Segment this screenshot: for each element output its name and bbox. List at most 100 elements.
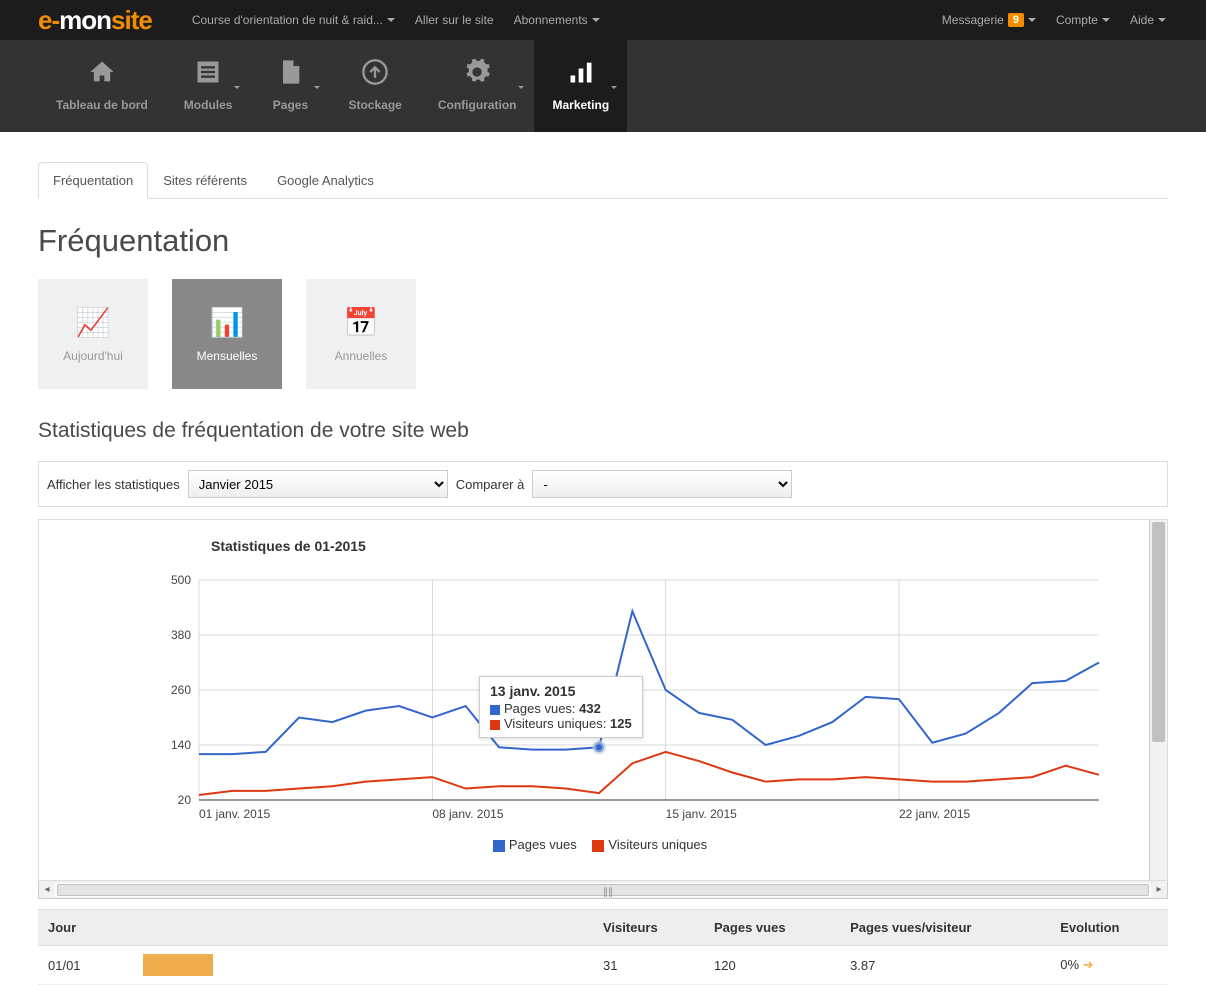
- svg-text:08 janv. 2015: 08 janv. 2015: [432, 807, 503, 821]
- chart-today-icon: 📈: [76, 306, 111, 339]
- upload-icon: [348, 58, 401, 98]
- subscriptions-dropdown[interactable]: Abonnements: [504, 13, 610, 27]
- nav-storage[interactable]: Stockage: [330, 40, 419, 132]
- cell-day: 01/01: [38, 946, 133, 985]
- tab-frequentation[interactable]: Fréquentation: [38, 162, 148, 199]
- svg-text:20: 20: [178, 793, 192, 807]
- scroll-left-button[interactable]: ◂: [39, 884, 55, 895]
- th-evolution[interactable]: Evolution: [1050, 910, 1168, 946]
- square-icon: [592, 840, 604, 852]
- nav-label: Modules: [184, 98, 233, 112]
- chart-container: Statistiques de 01-2015 2014026038050001…: [38, 519, 1168, 881]
- account-dropdown[interactable]: Compte: [1046, 13, 1120, 27]
- nav-configuration[interactable]: Configuration: [420, 40, 535, 132]
- tooltip-row-1: Pages vues: 432: [490, 701, 632, 716]
- chart-title: Statistiques de 01-2015: [211, 538, 366, 554]
- legend-label: Visiteurs uniques: [608, 837, 707, 852]
- svg-text:22 janv. 2015: 22 janv. 2015: [899, 807, 970, 821]
- scroll-track[interactable]: ∥∥: [55, 883, 1151, 897]
- chart-monthly-icon: 📊: [210, 306, 245, 339]
- site-name-dropdown[interactable]: Course d'orientation de nuit & raid...: [182, 13, 405, 27]
- help-dropdown[interactable]: Aide: [1120, 13, 1176, 27]
- scrollbar-thumb[interactable]: ∥∥: [57, 884, 1149, 896]
- go-to-site-link[interactable]: Aller sur le site: [405, 13, 504, 27]
- arrow-right-icon: ➜: [1083, 957, 1094, 972]
- top-right-menu: Messagerie 9 Compte Aide: [932, 13, 1176, 27]
- table-row: 01/01 311203.870% ➜: [38, 946, 1168, 985]
- tab-referrers[interactable]: Sites référents: [148, 162, 262, 199]
- th-visitors[interactable]: Visiteurs: [593, 910, 704, 946]
- site-name-label: Course d'orientation de nuit & raid...: [192, 13, 383, 27]
- tile-label: Mensuelles: [197, 349, 258, 363]
- nav-pages[interactable]: Pages: [250, 40, 330, 132]
- cell-ratio: 3.87: [840, 946, 1050, 985]
- view-tiles: 📈 Aujourd'hui 📊 Mensuelles 📅 Annuelles: [38, 279, 1168, 389]
- th-day[interactable]: Jour: [38, 910, 133, 946]
- nav-dashboard[interactable]: Tableau de bord: [38, 40, 166, 132]
- gear-icon: [438, 58, 517, 98]
- nav-label: Pages: [273, 98, 308, 112]
- svg-text:500: 500: [171, 573, 191, 587]
- subscriptions-label: Abonnements: [514, 13, 588, 27]
- cell-evolution: 0% ➜: [1050, 946, 1168, 985]
- scrollbar-thumb[interactable]: [1152, 522, 1165, 742]
- logo-e: e-: [38, 5, 59, 36]
- scroll-right-button[interactable]: ▸: [1151, 884, 1167, 895]
- caret-down-icon: [387, 18, 395, 22]
- svg-text:380: 380: [171, 628, 191, 642]
- chart-legend: Pages vues Visiteurs uniques: [39, 833, 1149, 860]
- tooltip-label: Pages vues:: [504, 701, 579, 716]
- logo-mon: mon: [59, 5, 111, 36]
- tile-today[interactable]: 📈 Aujourd'hui: [38, 279, 148, 389]
- messaging-label: Messagerie: [942, 13, 1004, 27]
- chart-tooltip: 13 janv. 2015 Pages vues: 432 Visiteurs …: [479, 676, 643, 738]
- messaging-dropdown[interactable]: Messagerie 9: [932, 13, 1046, 27]
- tooltip-value: 125: [610, 716, 632, 731]
- cell-bar: [133, 946, 593, 985]
- nav-label: Stockage: [348, 98, 401, 112]
- main-nav: Tableau de bord Modules Pages Stockage C…: [0, 40, 1206, 132]
- content: Fréquentation Sites référents Google Ana…: [0, 132, 1206, 985]
- cell-pages: 120: [704, 946, 840, 985]
- table-body: 01/01 311203.870% ➜: [38, 946, 1168, 985]
- legend-label: Pages vues: [509, 837, 577, 852]
- vertical-scrollbar[interactable]: [1149, 520, 1167, 880]
- bar-fill: [143, 954, 213, 976]
- table-header-row: Jour Visiteurs Pages vues Pages vues/vis…: [38, 910, 1168, 946]
- square-icon: [490, 705, 500, 715]
- filter-row: Afficher les statistiques Janvier 2015 C…: [38, 461, 1168, 507]
- tooltip-value: 432: [579, 701, 601, 716]
- compare-label: Comparer à: [456, 477, 525, 492]
- square-icon: [493, 840, 505, 852]
- chart-yearly-icon: 📅: [344, 306, 379, 339]
- list-icon: [184, 58, 233, 98]
- stats-table: Jour Visiteurs Pages vues Pages vues/vis…: [38, 909, 1168, 985]
- help-label: Aide: [1130, 13, 1154, 27]
- nav-label: Configuration: [438, 98, 517, 112]
- cell-visitors: 31: [593, 946, 704, 985]
- file-icon: [268, 58, 312, 98]
- logo[interactable]: e-monsite: [38, 5, 152, 36]
- tab-google-analytics[interactable]: Google Analytics: [262, 162, 389, 199]
- tile-yearly[interactable]: 📅 Annuelles: [306, 279, 416, 389]
- nav-modules[interactable]: Modules: [166, 40, 251, 132]
- logo-site: site: [111, 5, 152, 36]
- bar-chart-icon: [552, 58, 609, 98]
- caret-down-icon: [1158, 18, 1166, 22]
- tile-monthly[interactable]: 📊 Mensuelles: [172, 279, 282, 389]
- caret-down-icon: [314, 86, 320, 89]
- period-select[interactable]: Janvier 2015: [188, 470, 448, 498]
- caret-down-icon: [611, 86, 617, 89]
- tile-label: Annuelles: [335, 349, 388, 363]
- nav-marketing[interactable]: Marketing: [534, 40, 627, 132]
- caret-down-icon: [234, 86, 240, 89]
- top-bar: e-monsite Course d'orientation de nuit &…: [0, 0, 1206, 40]
- messaging-badge: 9: [1008, 13, 1024, 27]
- svg-text:140: 140: [171, 738, 191, 752]
- th-ratio[interactable]: Pages vues/visiteur: [840, 910, 1050, 946]
- compare-select[interactable]: -: [532, 470, 792, 498]
- th-pages[interactable]: Pages vues: [704, 910, 840, 946]
- caret-down-icon: [592, 18, 600, 22]
- sub-tabs: Fréquentation Sites référents Google Ana…: [38, 162, 1168, 199]
- horizontal-scrollbar[interactable]: ◂ ∥∥ ▸: [38, 881, 1168, 899]
